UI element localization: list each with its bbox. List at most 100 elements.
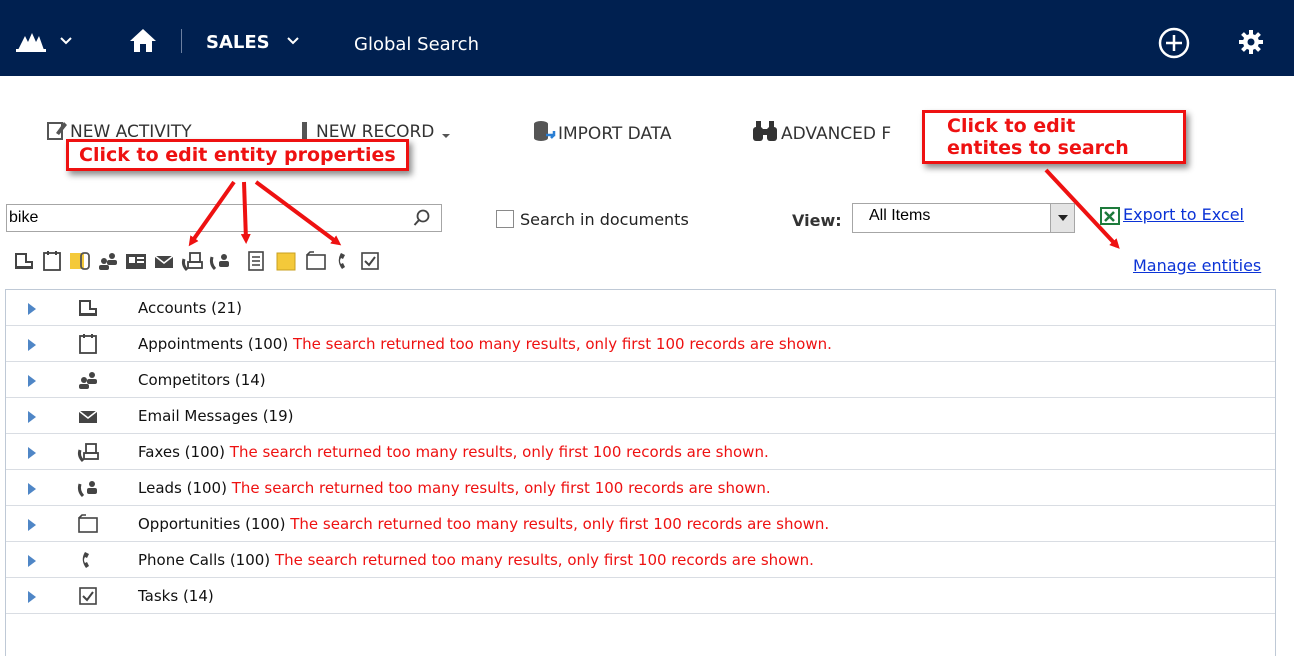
gear-icon[interactable] bbox=[1236, 27, 1266, 57]
result-label: Accounts (21) bbox=[138, 299, 242, 317]
expand-arrow-icon[interactable] bbox=[28, 519, 36, 531]
result-count: Email Messages (19) bbox=[138, 407, 294, 425]
result-row-leads[interactable]: Leads (100) The search returned too many… bbox=[6, 470, 1275, 506]
new-activity-icon bbox=[47, 122, 67, 140]
result-row-phone-calls[interactable]: Phone Calls (100) The search returned to… bbox=[6, 542, 1275, 578]
opportunity-icon[interactable] bbox=[304, 249, 328, 273]
fax-icon[interactable] bbox=[180, 249, 204, 273]
nav-divider bbox=[181, 29, 182, 53]
attachment-note-icon[interactable] bbox=[68, 249, 92, 273]
result-count: Opportunities (100) bbox=[138, 515, 286, 533]
expand-arrow-icon[interactable] bbox=[28, 555, 36, 567]
account-icon bbox=[79, 300, 97, 316]
appointment-icon[interactable] bbox=[40, 249, 64, 273]
result-warning: The search returned too many results, on… bbox=[274, 551, 814, 569]
result-count: Leads (100) bbox=[138, 479, 227, 497]
result-count: Competitors (14) bbox=[138, 371, 266, 389]
lead-icon bbox=[77, 481, 97, 498]
result-row-competitors[interactable]: Competitors (14) bbox=[6, 362, 1275, 398]
contact-card-icon[interactable] bbox=[124, 249, 148, 273]
lead-icon[interactable] bbox=[208, 249, 232, 273]
opportunity-icon bbox=[78, 514, 98, 533]
result-label: Opportunities (100) The search returned … bbox=[138, 515, 829, 533]
import-data-label: IMPORT DATA bbox=[558, 124, 672, 144]
chevron-down-icon[interactable] bbox=[287, 36, 299, 46]
result-label: Email Messages (19) bbox=[138, 407, 294, 425]
expand-arrow-icon[interactable] bbox=[28, 483, 36, 495]
callout-text-line2: entites to search bbox=[947, 137, 1129, 159]
chevron-down-icon bbox=[1058, 215, 1068, 221]
expand-arrow-icon[interactable] bbox=[28, 411, 36, 423]
search-field[interactable] bbox=[6, 204, 442, 232]
task-icon[interactable] bbox=[358, 249, 382, 273]
account-icon[interactable] bbox=[12, 249, 36, 273]
result-label: Faxes (100) The search returned too many… bbox=[138, 443, 769, 461]
advanced-find-label: ADVANCED F bbox=[781, 124, 892, 144]
excel-icon[interactable] bbox=[1099, 205, 1121, 227]
create-plus-icon[interactable] bbox=[1157, 26, 1191, 60]
fax-icon bbox=[77, 443, 99, 463]
competitor-icon[interactable] bbox=[96, 249, 120, 273]
search-results-list: Accounts (21) Appointments (100) The sea… bbox=[5, 289, 1276, 656]
result-row-tasks[interactable]: Tasks (14) bbox=[6, 578, 1275, 614]
manage-entities-link[interactable]: Manage entities bbox=[1133, 256, 1261, 275]
result-row-accounts[interactable]: Accounts (21) bbox=[6, 290, 1275, 326]
expand-arrow-icon[interactable] bbox=[28, 591, 36, 603]
import-data-button[interactable]: IMPORT DATA bbox=[532, 119, 671, 145]
database-import-icon bbox=[534, 121, 556, 141]
result-warning: The search returned too many results, on… bbox=[290, 515, 830, 533]
result-row-opportunities[interactable]: Opportunities (100) The search returned … bbox=[6, 506, 1275, 542]
view-label: View: bbox=[792, 211, 842, 230]
search-in-documents-label: Search in documents bbox=[520, 210, 689, 229]
result-row-email-messages[interactable]: Email Messages (19) bbox=[6, 398, 1275, 434]
document-icon[interactable] bbox=[244, 249, 268, 273]
result-label: Phone Calls (100) The search returned to… bbox=[138, 551, 814, 569]
view-dropdown-button[interactable] bbox=[1050, 204, 1074, 232]
result-label: Appointments (100) The search returned t… bbox=[138, 335, 832, 353]
result-label: Tasks (14) bbox=[138, 587, 214, 605]
result-row-appointments[interactable]: Appointments (100) The search returned t… bbox=[6, 326, 1275, 362]
result-count: Faxes (100) bbox=[138, 443, 226, 461]
callout-text: Click to edit entity properties bbox=[79, 144, 396, 166]
chevron-down-icon[interactable] bbox=[60, 36, 72, 46]
result-label: Leads (100) The search returned too many… bbox=[138, 479, 771, 497]
search-icon[interactable] bbox=[413, 209, 431, 227]
result-count: Tasks (14) bbox=[138, 587, 214, 605]
phone-icon bbox=[82, 552, 89, 568]
expand-arrow-icon[interactable] bbox=[28, 339, 36, 351]
phone-icon[interactable] bbox=[332, 249, 356, 273]
email-icon bbox=[78, 410, 98, 423]
note-icon[interactable] bbox=[274, 249, 298, 273]
expand-arrow-icon[interactable] bbox=[28, 303, 36, 315]
page-title: Global Search bbox=[354, 34, 479, 55]
advanced-find-button[interactable]: ADVANCED F bbox=[751, 119, 891, 145]
top-nav-bar: SALES Global Search bbox=[0, 0, 1294, 76]
callout-entity-properties: Click to edit entity properties bbox=[66, 139, 409, 171]
search-in-documents-checkbox[interactable]: Search in documents bbox=[496, 210, 689, 229]
result-warning: The search returned too many results, on… bbox=[229, 443, 769, 461]
home-icon[interactable] bbox=[128, 27, 158, 53]
module-selector[interactable]: SALES bbox=[206, 32, 270, 53]
result-count: Accounts (21) bbox=[138, 299, 242, 317]
export-to-excel-link[interactable]: Export to Excel bbox=[1123, 205, 1244, 224]
callout-entities-to-search: Click to edit entites to search bbox=[922, 110, 1186, 164]
callout-text-line1: Click to edit bbox=[947, 115, 1076, 137]
appointment-icon bbox=[79, 334, 97, 354]
new-record-icon bbox=[302, 122, 307, 140]
task-icon bbox=[79, 587, 97, 605]
expand-arrow-icon[interactable] bbox=[28, 447, 36, 459]
result-count: Phone Calls (100) bbox=[138, 551, 271, 569]
checkbox-box[interactable] bbox=[496, 210, 514, 228]
result-row-faxes[interactable]: Faxes (100) The search returned too many… bbox=[6, 434, 1275, 470]
email-icon[interactable] bbox=[152, 249, 176, 273]
result-label: Competitors (14) bbox=[138, 371, 266, 389]
view-select-value: All Items bbox=[869, 207, 931, 224]
view-select[interactable]: All Items bbox=[852, 203, 1075, 233]
dropdown-arrow-icon bbox=[441, 134, 450, 138]
dynamics-logo-icon[interactable] bbox=[16, 30, 46, 52]
expand-arrow-icon[interactable] bbox=[28, 375, 36, 387]
result-warning: The search returned too many results, on… bbox=[292, 335, 832, 353]
binoculars-icon bbox=[753, 121, 777, 141]
search-input[interactable] bbox=[9, 208, 404, 228]
result-warning: The search returned too many results, on… bbox=[231, 479, 771, 497]
